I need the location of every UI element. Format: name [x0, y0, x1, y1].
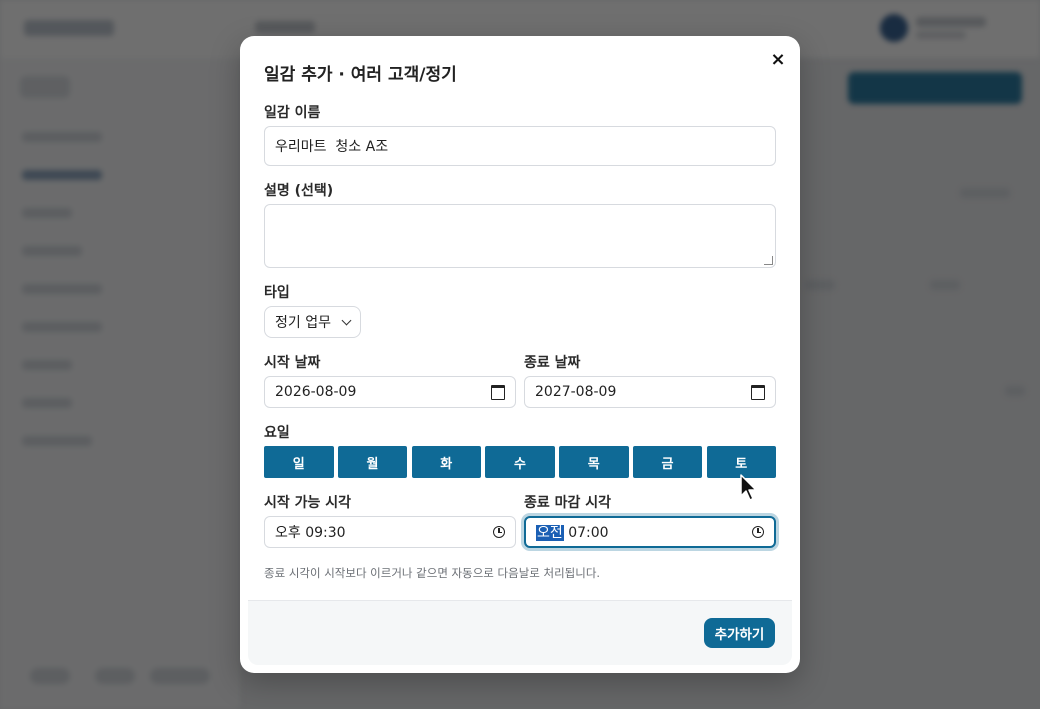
start-date-label: 시작 날짜	[264, 355, 321, 371]
modal-footer: 추가하기	[248, 600, 792, 665]
close-icon: ×	[770, 48, 786, 70]
add-task-modal: 일감 추가 · 여러 고객/정기 × 일감 이름 우리마트 청소 A조 설명 (…	[240, 36, 800, 673]
end-time-ampm[interactable]: 오전	[536, 525, 564, 541]
add-button[interactable]: 추가하기	[704, 618, 775, 648]
weekday-toggle-sun[interactable]: 일	[264, 446, 334, 478]
weekday-toggle-mon[interactable]: 월	[337, 446, 408, 478]
weekday-label: 요일	[264, 425, 290, 441]
start-date-value: 2026-08-09	[275, 384, 357, 400]
calendar-icon[interactable]	[491, 384, 505, 400]
weekday-toggle-tue[interactable]: 화	[411, 446, 481, 478]
calendar-icon[interactable]	[751, 384, 765, 400]
resize-handle-icon[interactable]	[764, 256, 773, 265]
end-date-input[interactable]: 2027-08-09	[524, 376, 776, 408]
task-name-value: 우리마트 청소 A조	[275, 139, 389, 155]
task-name-input[interactable]: 우리마트 청소 A조	[264, 126, 776, 166]
end-time-label: 종료 마감 시각	[524, 495, 612, 511]
end-date-value: 2027-08-09	[535, 384, 617, 400]
start-time-input[interactable]: 오후 09:30	[264, 516, 516, 548]
clock-icon[interactable]	[752, 526, 764, 538]
start-time-label: 시작 가능 시각	[264, 495, 352, 511]
task-name-label: 일감 이름	[264, 105, 321, 121]
end-date-label: 종료 날짜	[524, 355, 581, 371]
chevron-down-icon	[341, 315, 352, 325]
start-time-display: 오후 09:30	[275, 522, 346, 542]
modal-title: 일감 추가 · 여러 고객/정기	[264, 65, 457, 85]
end-time-display: 오전 07:00	[536, 522, 609, 542]
start-time-ampm: 오후	[275, 525, 301, 541]
end-time-input[interactable]: 오전 07:00	[524, 516, 776, 548]
clock-icon[interactable]	[493, 526, 505, 538]
end-time-value: 07:00	[568, 525, 609, 541]
weekday-toggle-thu[interactable]: 목	[559, 446, 629, 478]
description-textarea[interactable]	[264, 204, 776, 268]
type-label: 타입	[264, 285, 290, 301]
description-label: 설명 (선택)	[264, 183, 334, 199]
type-select[interactable]: 정기 업무	[264, 306, 361, 338]
start-time-value: 09:30	[305, 525, 346, 541]
weekday-toggle-fri[interactable]: 금	[632, 446, 703, 478]
time-hint-text: 종료 시각이 시작보다 이르거나 같으면 자동으로 다음날로 처리됩니다.	[264, 566, 601, 580]
weekday-toggle-wed[interactable]: 수	[485, 446, 555, 478]
mouse-cursor-icon	[740, 474, 757, 501]
close-button[interactable]: ×	[768, 48, 788, 70]
weekday-toggle-group: 일 월 화 수 목 금 토	[264, 446, 776, 478]
type-selected-value: 정기 업무	[275, 315, 331, 331]
start-date-input[interactable]: 2026-08-09	[264, 376, 516, 408]
